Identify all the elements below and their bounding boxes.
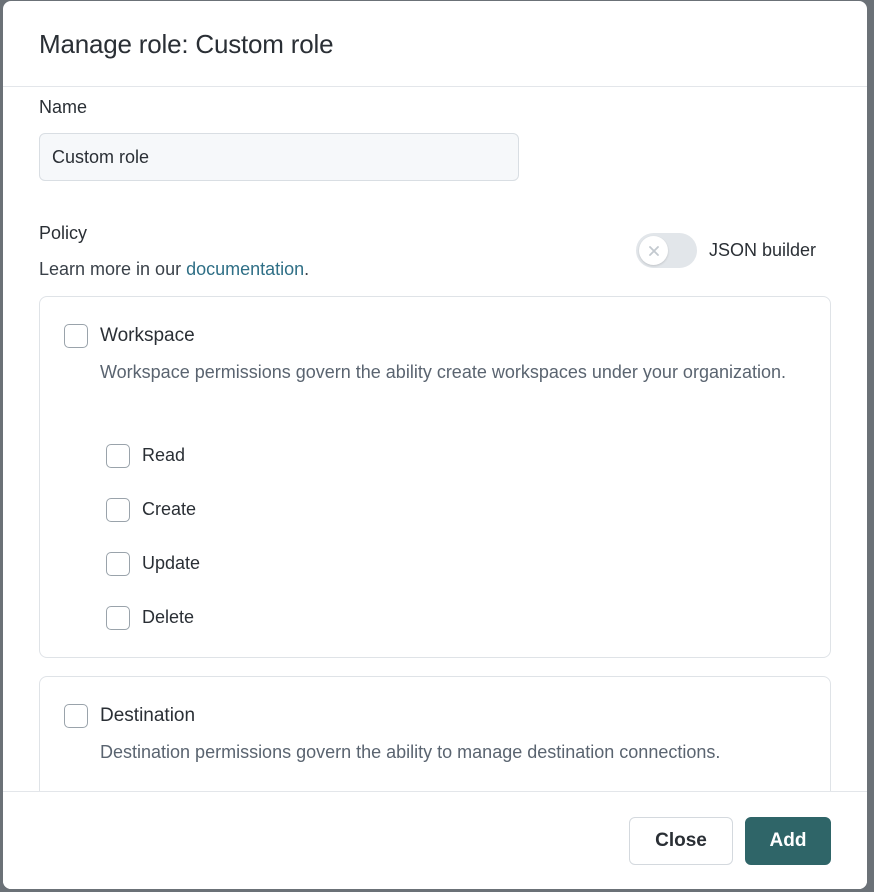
workspace-update-checkbox[interactable] bbox=[106, 552, 130, 576]
close-button[interactable]: Close bbox=[629, 817, 733, 865]
policy-label: Policy bbox=[39, 223, 88, 243]
policy-help-text: Learn more in our documentation. bbox=[39, 259, 309, 280]
dialog-title: Manage role: Custom role bbox=[39, 29, 334, 59]
workspace-checkbox[interactable] bbox=[64, 324, 88, 348]
workspace-update-label: Update bbox=[142, 553, 201, 573]
json-builder-label: JSON builder bbox=[709, 240, 817, 260]
toggle-knob bbox=[639, 236, 668, 265]
name-label: Name bbox=[39, 97, 88, 117]
add-button[interactable]: Add bbox=[745, 817, 831, 865]
documentation-link[interactable]: documentation bbox=[186, 259, 304, 279]
destination-title: Destination bbox=[100, 705, 196, 726]
destination-checkbox[interactable] bbox=[64, 704, 88, 728]
workspace-delete-checkbox[interactable] bbox=[106, 606, 130, 630]
workspace-permission-card: Workspace Workspace permissions govern t… bbox=[39, 296, 831, 658]
manage-role-dialog: Manage role: Custom role Name Policy Lea… bbox=[3, 1, 867, 889]
dialog-body[interactable]: Name Policy Learn more in our documentat… bbox=[3, 87, 867, 791]
json-builder-toggle[interactable] bbox=[636, 233, 697, 268]
workspace-create-label: Create bbox=[142, 499, 197, 519]
workspace-title: Workspace bbox=[100, 325, 195, 346]
workspace-create-checkbox[interactable] bbox=[106, 498, 130, 522]
workspace-read-checkbox[interactable] bbox=[106, 444, 130, 468]
dialog-header: Manage role: Custom role bbox=[3, 1, 867, 87]
policy-help-prefix: Learn more in our bbox=[39, 259, 187, 279]
workspace-read-label: Read bbox=[142, 445, 186, 465]
name-input[interactable] bbox=[39, 133, 519, 181]
dialog-footer: Close Add bbox=[3, 791, 867, 889]
close-icon bbox=[648, 245, 659, 256]
destination-description: Destination permissions govern the abili… bbox=[100, 742, 721, 762]
policy-help-suffix: . bbox=[304, 259, 310, 279]
workspace-description: Workspace permissions govern the ability… bbox=[100, 362, 787, 382]
destination-permission-card: Destination Destination permissions gove… bbox=[39, 676, 831, 791]
workspace-delete-label: Delete bbox=[142, 607, 195, 627]
